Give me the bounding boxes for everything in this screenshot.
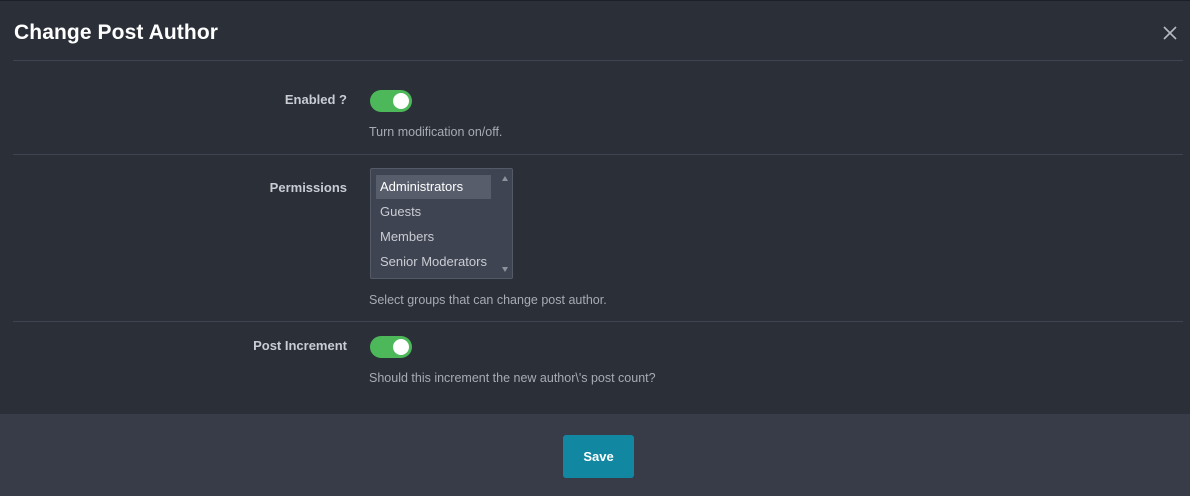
option-members[interactable]: Members	[376, 225, 491, 249]
enabled-toggle[interactable]	[370, 90, 412, 112]
save-button[interactable]: Save	[563, 435, 634, 478]
option-administrators[interactable]: Administrators	[376, 175, 491, 199]
permissions-label: Permissions	[269, 180, 347, 195]
scroll-down-icon[interactable]	[502, 267, 508, 272]
post-increment-toggle[interactable]	[370, 336, 412, 358]
permissions-help: Select groups that can change post autho…	[369, 293, 607, 307]
enabled-label: Enabled ?	[284, 92, 347, 107]
row-divider	[13, 321, 1183, 322]
option-senior-moderators[interactable]: Senior Moderators	[376, 250, 491, 274]
modal-header: Change Post Author	[0, 1, 1190, 61]
option-guests[interactable]: Guests	[376, 200, 491, 224]
post-increment-help: Should this increment the new author\'s …	[369, 371, 656, 385]
modal-footer: Save	[0, 414, 1190, 496]
enabled-help: Turn modification on/off.	[369, 125, 503, 139]
modal-title: Change Post Author	[14, 21, 219, 44]
listbox-scrollbar[interactable]	[499, 169, 512, 278]
scroll-up-icon[interactable]	[502, 176, 508, 181]
close-icon[interactable]	[1162, 25, 1178, 41]
permissions-select[interactable]: Administrators Guests Members Senior Mod…	[370, 168, 513, 279]
toggle-knob	[393, 339, 409, 355]
row-divider	[13, 154, 1183, 155]
post-increment-label: Post Increment	[253, 338, 347, 353]
toggle-knob	[393, 93, 409, 109]
header-divider	[13, 60, 1183, 61]
modal-dialog: Change Post Author Enabled ? Turn modifi…	[0, 0, 1190, 496]
